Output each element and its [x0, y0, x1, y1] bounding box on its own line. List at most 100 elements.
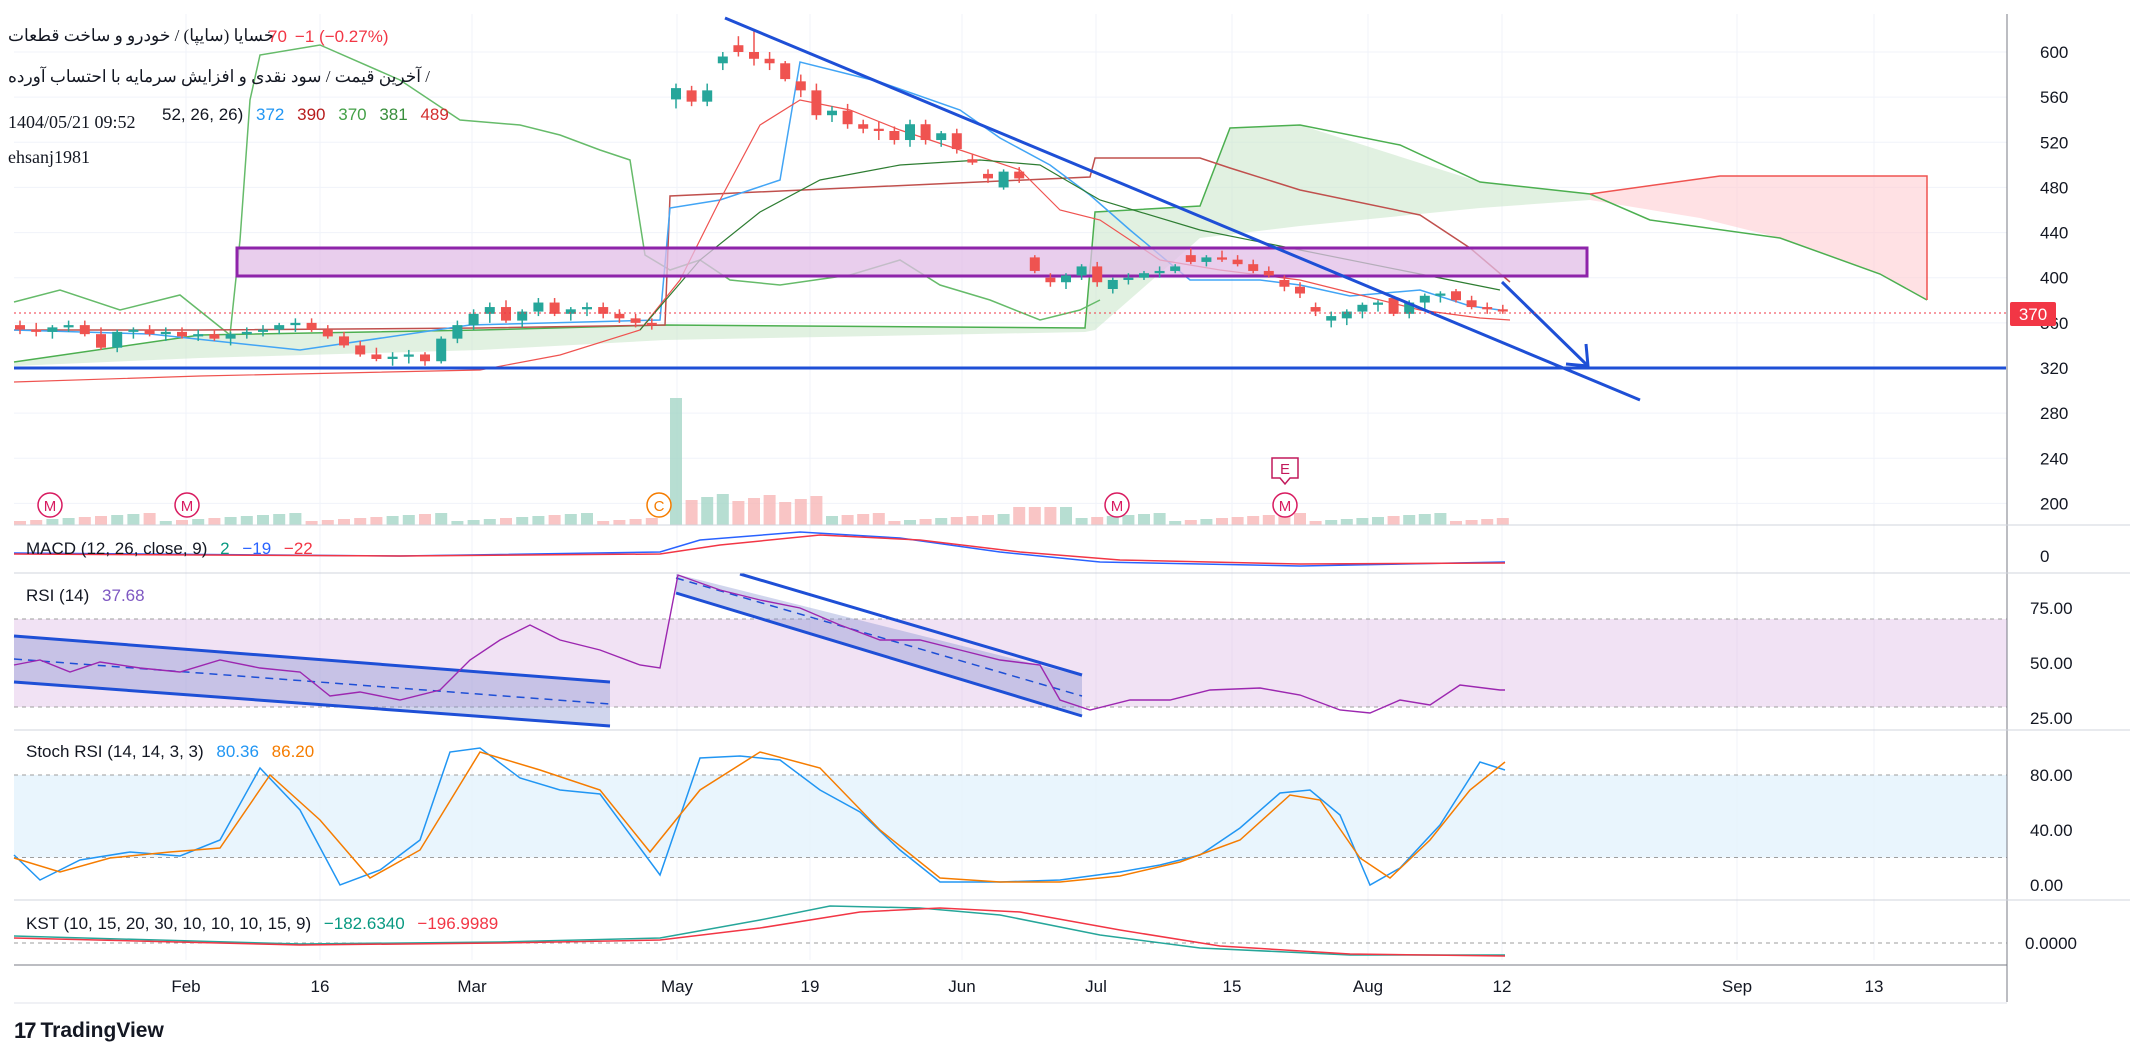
- candle-body: [1248, 264, 1259, 271]
- volume-bar: [1216, 518, 1228, 525]
- candle-body: [1435, 293, 1446, 296]
- lagging-span: [13, 44, 1101, 337]
- volume-bar: [966, 516, 979, 525]
- candle-body: [1123, 277, 1134, 280]
- volume-bar: [1262, 515, 1275, 525]
- volume-bar: [192, 519, 205, 525]
- price-tick-label: 400: [2040, 269, 2068, 288]
- candle-body: [371, 354, 382, 359]
- candle-body: [1014, 171, 1025, 179]
- chart-canvas[interactable]: MMCMME 600560520480440400360320280240200…: [0, 0, 2130, 1058]
- candle-body: [671, 88, 681, 100]
- volume-bar: [1184, 520, 1197, 525]
- candle-body: [1357, 304, 1368, 312]
- price-tick-label: 440: [2040, 224, 2068, 243]
- projection-arrow[interactable]: [1500, 280, 1590, 368]
- price-tick-label: 480: [2040, 178, 2068, 197]
- volume-bar: [500, 518, 512, 525]
- rsi-tick-label: 75.00: [2030, 599, 2073, 618]
- kst-value-1: −182.6340: [323, 914, 405, 933]
- candle-body: [1419, 295, 1430, 303]
- candle-body: [258, 329, 268, 332]
- volume-bar: [273, 514, 286, 525]
- volume-bar: [779, 502, 792, 525]
- timestamp: 1404/05/21 09:52: [8, 112, 136, 132]
- volume-bar: [997, 514, 1010, 525]
- candle-body: [31, 329, 42, 332]
- volume-bar: [143, 513, 156, 525]
- last-price-label: 370: [2019, 305, 2047, 324]
- ichimoku-value-3: 370: [338, 105, 367, 124]
- price-tick-label: 200: [2040, 494, 2068, 513]
- price-tick-label: 320: [2040, 359, 2068, 378]
- time-tick-label: Jun: [948, 977, 975, 996]
- volume-bar: [904, 520, 916, 525]
- volume-bar: [597, 521, 610, 525]
- volume-bar: [1247, 516, 1260, 525]
- event-marker-label: M: [44, 498, 57, 515]
- volume-bar: [581, 513, 593, 525]
- macd-label: MACD (12, 26, close, 9): [26, 539, 208, 558]
- volume-bar: [613, 520, 626, 525]
- volume-bar: [419, 514, 431, 525]
- volume-bar: [370, 517, 383, 525]
- kst-tick-label: 0.0000: [2025, 934, 2077, 953]
- volume-bar: [1434, 513, 1447, 525]
- candle-body: [96, 334, 106, 348]
- volume-bar: [62, 518, 75, 525]
- candle-body: [630, 318, 641, 323]
- candle-body: [858, 124, 869, 129]
- volume-bar: [841, 515, 854, 525]
- candle-body: [1373, 302, 1383, 305]
- stoch-d-value: 86.20: [271, 742, 315, 761]
- volume-bar: [629, 519, 642, 525]
- candle-body: [274, 325, 285, 330]
- resistance-zone[interactable]: [235, 246, 1589, 278]
- event-marker-label: M: [1279, 498, 1292, 515]
- stoch-tick-label: 40.00: [2030, 821, 2073, 840]
- volume-bar: [701, 497, 714, 525]
- volume-bar: [30, 520, 43, 525]
- volume-bar: [386, 516, 399, 525]
- volume-bar: [1325, 520, 1338, 525]
- volume-bar: [935, 518, 948, 525]
- event-marker-label: C: [654, 498, 665, 515]
- candle-body: [920, 124, 931, 141]
- kst-label: KST (10, 15, 20, 30, 10, 10, 10, 15, 9): [26, 914, 312, 933]
- candle-body: [339, 336, 349, 346]
- candle-body: [614, 313, 625, 319]
- volume-bar: [670, 398, 682, 525]
- volume-bar: [748, 498, 760, 525]
- candle-body: [717, 56, 728, 64]
- candle-body: [225, 334, 236, 339]
- volume-bar: [305, 521, 318, 525]
- volume-bar: [95, 516, 107, 525]
- tradingview-brand[interactable]: 17 TradingView: [14, 1018, 164, 1044]
- ichimoku-value-2: 390: [297, 105, 326, 124]
- volume-bar: [208, 518, 221, 525]
- volume-bar: [111, 515, 124, 525]
- candle-body: [241, 331, 252, 335]
- volume-bar: [483, 519, 496, 525]
- volume-bar: [872, 513, 885, 525]
- volume-bar: [763, 495, 776, 525]
- downtrend-line[interactable]: [724, 16, 1641, 402]
- volume-bar: [451, 521, 464, 525]
- volume-bar: [1013, 507, 1026, 525]
- volume-bar: [1122, 515, 1135, 525]
- volume-bar: [1169, 521, 1182, 525]
- candle-body: [468, 313, 479, 326]
- stoch-k-value: 80.36: [216, 742, 259, 761]
- event-markers[interactable]: M M C M M E: [37, 457, 1299, 518]
- volume-bar: [810, 496, 823, 525]
- candle-body: [733, 45, 744, 52]
- candle-body: [905, 124, 915, 141]
- candle-body: [646, 322, 657, 326]
- candle-body: [967, 159, 978, 163]
- volume-bar: [46, 519, 59, 525]
- time-tick-label: Jul: [1085, 977, 1107, 996]
- candle-body: [983, 173, 993, 179]
- volume-bar: [224, 517, 237, 525]
- candle-body: [47, 327, 58, 332]
- rsi-tick-label: 25.00: [2030, 709, 2073, 728]
